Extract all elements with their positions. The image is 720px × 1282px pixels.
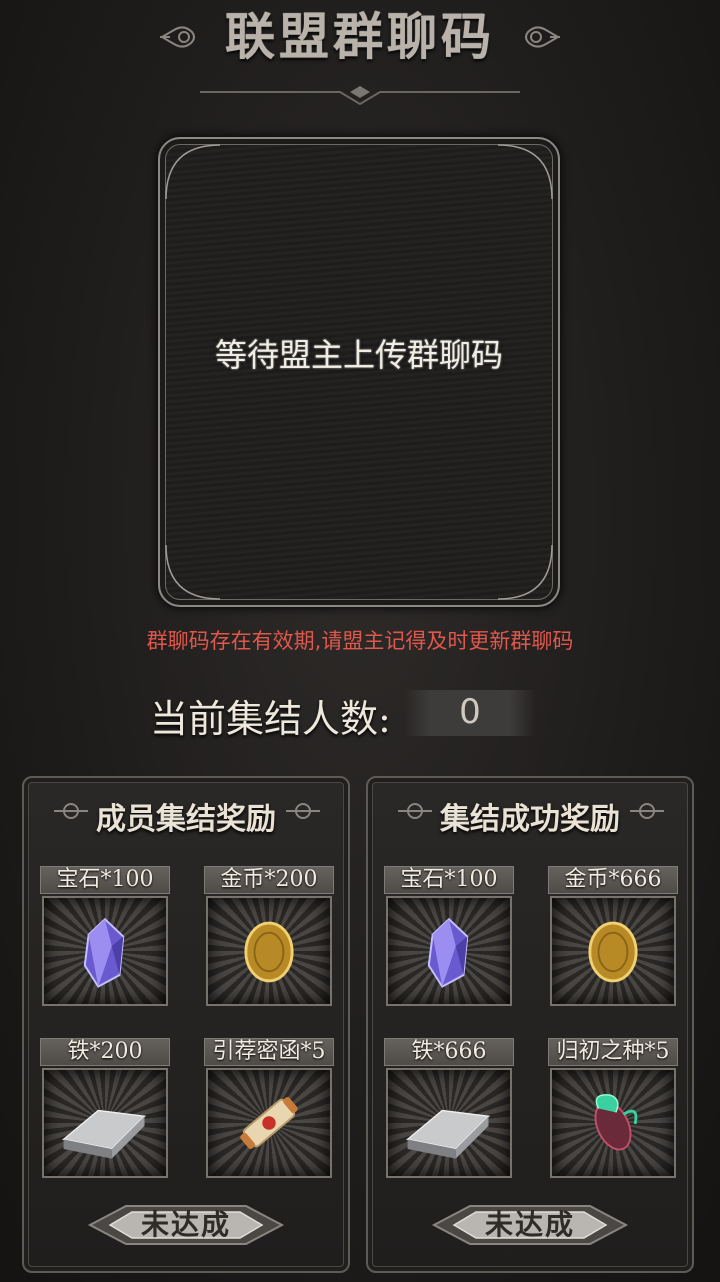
gather-count-label: 当前集结人数: <box>150 697 391 741</box>
reward-item-label: 归初之种*5 <box>548 1038 678 1066</box>
reward-item[interactable]: 金币*666 <box>548 866 678 1008</box>
panel-title: 成员集结奖励 <box>96 802 276 837</box>
gold-coin-icon <box>550 896 676 1006</box>
reward-item[interactable]: 铁*200 <box>40 1038 170 1180</box>
reward-item[interactable]: 归初之种*5 <box>548 1038 678 1180</box>
qr-placeholder-text: 等待盟主上传群聊码 <box>214 336 503 374</box>
reward-item[interactable]: 引荐密函*5 <box>204 1038 334 1180</box>
reward-item-label: 引荐密函*5 <box>204 1038 334 1066</box>
reward-item-label: 宝石*100 <box>384 866 514 894</box>
button-label: 未达成 <box>140 1208 231 1241</box>
reward-item-label: 宝石*100 <box>40 866 170 894</box>
title-divider <box>200 84 520 106</box>
title-ornament-right-icon <box>520 20 560 54</box>
panel-title: 集结成功奖励 <box>440 802 620 837</box>
reward-item-label: 金币*666 <box>548 866 678 894</box>
member-gather-reward-panel: 成员集结奖励 宝石*100 金币*200 铁*200 引荐密函*5 未达成 <box>22 776 350 1273</box>
reward-item-label: 铁*666 <box>384 1038 514 1066</box>
gather-count-value: 0 <box>404 690 536 736</box>
iron-ingot-icon <box>42 1068 168 1178</box>
reward-item[interactable]: 宝石*100 <box>40 866 170 1008</box>
reward-item-label: 金币*200 <box>204 866 334 894</box>
reward-item-label: 铁*200 <box>40 1038 170 1066</box>
gem-icon <box>42 896 168 1006</box>
reward-item[interactable]: 金币*200 <box>204 866 334 1008</box>
gold-coin-icon <box>206 896 332 1006</box>
gem-icon <box>386 896 512 1006</box>
iron-ingot-icon <box>386 1068 512 1178</box>
not-achieved-button[interactable]: 未达成 <box>430 1200 630 1250</box>
reward-item[interactable]: 铁*666 <box>384 1038 514 1180</box>
gather-success-reward-panel: 集结成功奖励 宝石*100 金币*666 铁*666 归初之种*5 未达成 <box>366 776 694 1273</box>
title-ornament-left-icon <box>160 20 200 54</box>
scroll-icon <box>206 1068 332 1178</box>
validity-warning: 群聊码存在有效期,请盟主记得及时更新群聊码 <box>146 629 574 653</box>
button-label: 未达成 <box>484 1208 575 1241</box>
reward-item[interactable]: 宝石*100 <box>384 866 514 1008</box>
page-title: 联盟群聊码 <box>225 7 495 66</box>
seed-icon <box>550 1068 676 1178</box>
not-achieved-button[interactable]: 未达成 <box>86 1200 286 1250</box>
